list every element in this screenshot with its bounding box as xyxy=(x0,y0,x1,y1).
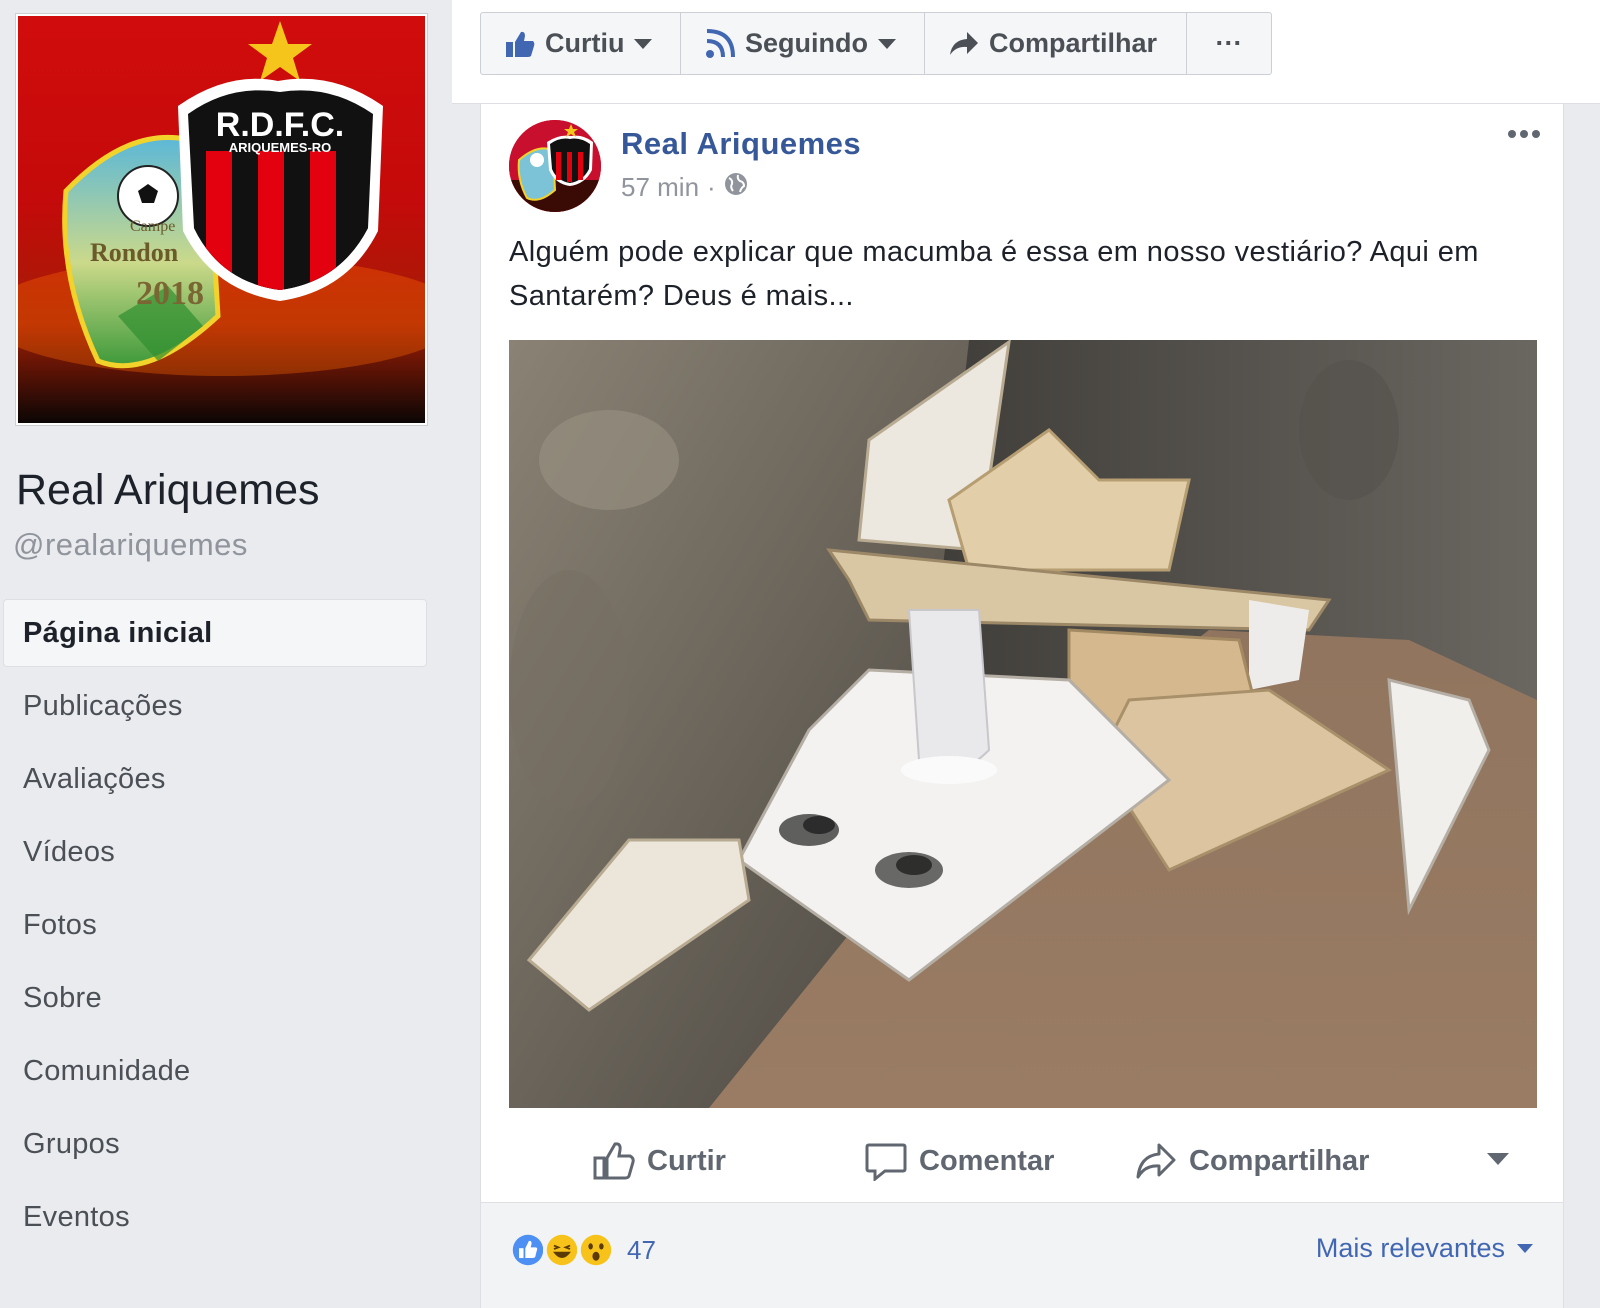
globe-icon[interactable] xyxy=(724,172,748,203)
share-options-caret[interactable] xyxy=(1487,1152,1509,1170)
comment-button[interactable]: Comentar xyxy=(865,1141,1054,1181)
page-username: @realariquemes xyxy=(13,527,248,562)
like-button[interactable]: Curtir xyxy=(593,1141,726,1181)
meta-separator: · xyxy=(707,172,716,202)
share-page-button[interactable]: Compartilhar xyxy=(925,13,1187,74)
page-title[interactable]: Real Ariquemes xyxy=(16,466,320,515)
reaction-summary[interactable]: 47 xyxy=(509,1231,656,1269)
comment-sort-dropdown[interactable]: Mais relevantes xyxy=(1316,1233,1533,1264)
share-button[interactable]: Compartilhar xyxy=(1135,1142,1369,1180)
haha-reaction-icon xyxy=(543,1231,581,1269)
page-action-buttons: Curtiu Seguindo Compartilhar ··· xyxy=(480,12,1272,75)
wow-reaction-icon xyxy=(577,1231,615,1269)
nav-item-reviews[interactable]: Avaliações xyxy=(4,746,426,812)
page-profile-picture[interactable]: Campe Rondon 2018 R.D.F.C. ARIQUEMES-RO xyxy=(16,14,427,425)
post-action-bar: Curtir Comentar Compartilhar xyxy=(509,1126,1537,1196)
share-button-label: Compartilhar xyxy=(1189,1144,1370,1177)
reactions-bar: 47 Mais relevantes xyxy=(481,1202,1563,1308)
nav-item-photos[interactable]: Fotos xyxy=(4,892,426,958)
like-reaction-icon xyxy=(509,1231,547,1269)
like-button-label: Curtir xyxy=(647,1144,726,1177)
page-sidebar: Campe Rondon 2018 R.D.F.C. ARIQUEMES-RO … xyxy=(0,0,452,1308)
post-author-name[interactable]: Real Ariquemes xyxy=(621,126,861,162)
post-author-avatar[interactable] xyxy=(509,120,601,212)
comment-button-label: Comentar xyxy=(919,1144,1055,1177)
share-arrow-icon xyxy=(1136,1143,1176,1179)
ellipsis-icon xyxy=(1508,130,1540,138)
comment-sort-label: Mais relevantes xyxy=(1315,1233,1505,1263)
post-photo[interactable] xyxy=(509,340,1537,1108)
nav-item-groups[interactable]: Grupos xyxy=(4,1111,426,1177)
svg-text:2018: 2018 xyxy=(136,275,204,312)
post-text: Alguém pode explicar que macumba é essa … xyxy=(509,236,1479,312)
svg-text:R.D.F.C.: R.D.F.C. xyxy=(216,106,344,144)
nav-item-posts[interactable]: Publicações xyxy=(4,673,426,739)
liked-button-label: Curtiu xyxy=(545,28,625,58)
nav-item-events[interactable]: Eventos xyxy=(4,1184,426,1250)
post-meta: 57 min · xyxy=(621,172,748,203)
share-page-button-label: Compartilhar xyxy=(989,28,1158,58)
caret-down-icon xyxy=(1517,1244,1533,1253)
thumbs-up-outline-icon xyxy=(593,1142,635,1180)
share-arrow-icon xyxy=(949,31,979,57)
rss-icon xyxy=(705,28,735,59)
caret-down-icon xyxy=(878,38,896,49)
ellipsis-icon: ··· xyxy=(1215,28,1243,58)
svg-text:Campe: Campe xyxy=(130,218,175,235)
liked-button[interactable]: Curtiu xyxy=(481,13,681,74)
post-options-button[interactable] xyxy=(1507,126,1541,144)
post-timestamp[interactable]: 57 min xyxy=(621,172,699,203)
nav-item-about[interactable]: Sobre xyxy=(4,965,426,1031)
svg-text:ARIQUEMES-RO: ARIQUEMES-RO xyxy=(229,140,332,155)
reaction-count[interactable]: 47 xyxy=(627,1235,656,1266)
nav-item-home[interactable]: Página inicial xyxy=(4,600,426,666)
following-button[interactable]: Seguindo xyxy=(681,13,925,74)
caret-down-icon xyxy=(1487,1153,1509,1165)
comment-bubble-icon xyxy=(865,1143,907,1181)
post-card: Real Ariquemes 57 min · Alguém pode expl… xyxy=(480,104,1564,1308)
page-navigation: Página inicial Publicações Avaliações Ví… xyxy=(4,600,426,1257)
nav-item-videos[interactable]: Vídeos xyxy=(4,819,426,885)
svg-text:Rondon: Rondon xyxy=(90,238,179,267)
more-options-button[interactable]: ··· xyxy=(1187,13,1271,74)
page-action-bar: Curtiu Seguindo Compartilhar ··· xyxy=(452,0,1600,104)
following-button-label: Seguindo xyxy=(745,28,868,58)
caret-down-icon xyxy=(634,38,653,49)
nav-item-community[interactable]: Comunidade xyxy=(4,1038,426,1104)
thumbs-up-icon xyxy=(505,30,535,58)
